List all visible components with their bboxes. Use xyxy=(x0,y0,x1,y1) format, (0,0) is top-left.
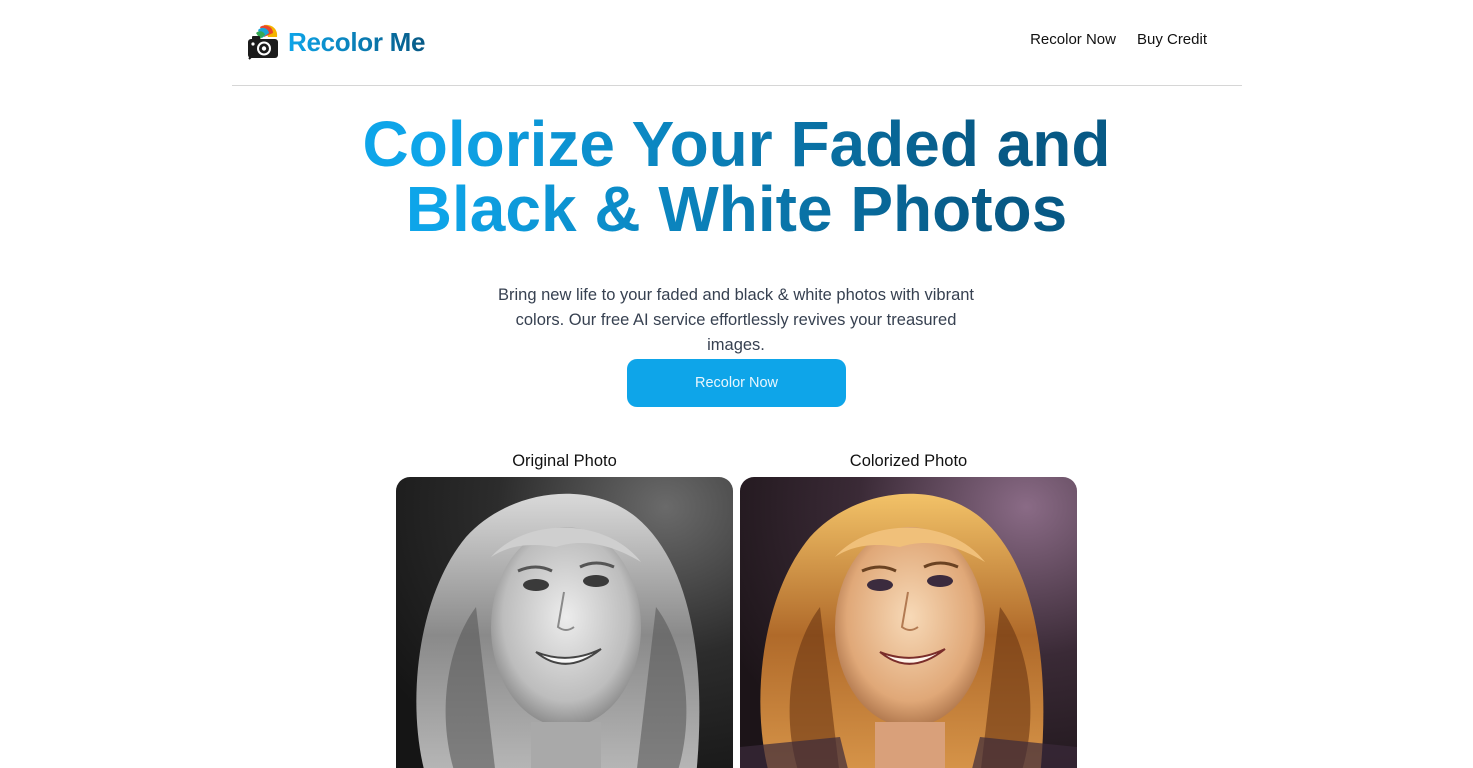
brand-link[interactable]: Recolor Me xyxy=(246,22,425,62)
nav-recolor-now[interactable]: Recolor Now xyxy=(1030,31,1116,48)
original-photo-caption: Original Photo xyxy=(512,452,617,470)
original-photo xyxy=(396,477,733,768)
main-nav: Recolor Now Buy Credit xyxy=(1030,31,1207,48)
hero-title: Colorize Your Faded and Black & White Ph… xyxy=(236,112,1237,242)
hero-title-line1: Colorize Your Faded and xyxy=(362,108,1111,180)
hero-subtitle: Bring new life to your faded and black &… xyxy=(486,283,986,358)
brand-name: Recolor Me xyxy=(288,26,426,57)
nav-buy-credit[interactable]: Buy Credit xyxy=(1137,31,1207,48)
recolor-now-button[interactable]: Recolor Now xyxy=(627,359,846,407)
colorized-photo xyxy=(740,477,1077,768)
colorized-photo-caption: Colorized Photo xyxy=(849,452,968,470)
site-header: Recolor Me Recolor Now Buy Credit xyxy=(232,0,1242,86)
page: Recolor Me Recolor Now Buy Credit Colori… xyxy=(0,0,1473,768)
colorized-portrait-image xyxy=(740,477,1077,768)
camera-palette-icon xyxy=(248,24,278,60)
original-portrait-image xyxy=(396,477,733,768)
hero-title-line2: Black & White Photos xyxy=(405,173,1068,245)
hero-subtitle-line1: Bring new life to your faded and black &… xyxy=(497,286,975,304)
hero-subtitle-line2: colors. Our free AI service effortlessly… xyxy=(515,311,957,354)
